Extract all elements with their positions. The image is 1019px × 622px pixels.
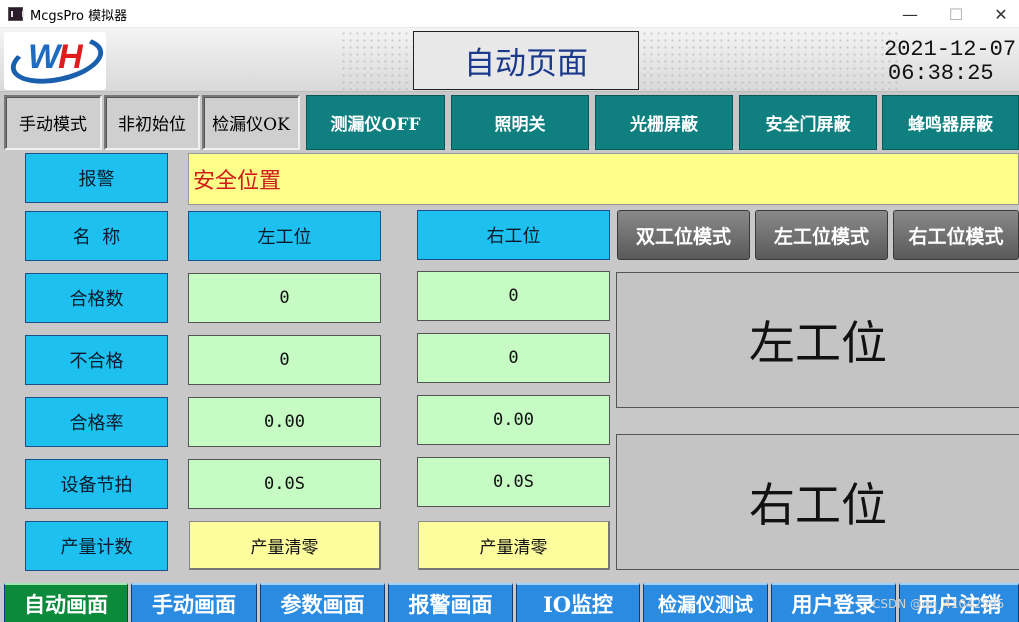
left-pass-count: 0 <box>188 273 381 323</box>
lighting-toggle-button[interactable]: 照明关 <box>451 95 589 150</box>
row-label-pass-count: 合格数 <box>25 273 168 323</box>
dual-station-mode-button[interactable]: 双工位模式 <box>617 210 750 260</box>
app-icon <box>8 7 24 21</box>
left-pass-rate: 0.00 <box>188 397 381 447</box>
window-title: McgsPro 模拟器 <box>30 9 128 24</box>
right-station-header: 右工位 <box>417 210 610 260</box>
left-cycle-time: 0.0S <box>188 459 381 509</box>
maximize-button[interactable]: ☐ <box>933 0 979 28</box>
page-title: 自动页面 <box>413 31 639 90</box>
right-station-mode-button[interactable]: 右工位模式 <box>893 210 1019 260</box>
safety-door-bypass-button[interactable]: 安全门屏蔽 <box>739 95 877 150</box>
minimize-button[interactable]: — <box>887 0 933 28</box>
right-cycle-time: 0.0S <box>417 457 610 507</box>
row-label-cycle-time: 设备节拍 <box>25 459 168 509</box>
nav-io-monitor[interactable]: IO监控 <box>516 583 640 622</box>
company-logo: WH <box>4 28 108 92</box>
left-fail-count: 0 <box>188 335 381 385</box>
left-station-mode-button[interactable]: 左工位模式 <box>755 210 888 260</box>
row-label-output-count: 产量计数 <box>25 521 168 571</box>
status-not-initial: 非初始位 <box>104 95 200 150</box>
close-button[interactable]: ✕ <box>978 0 1019 28</box>
row-label-fail-count: 不合格 <box>25 335 168 385</box>
nav-alarm-screen[interactable]: 报警画面 <box>388 583 513 622</box>
nav-manual-screen[interactable]: 手动画面 <box>131 583 257 622</box>
row-label-pass-rate: 合格率 <box>25 397 168 447</box>
status-manual-mode: 手动模式 <box>4 95 102 150</box>
header-band: WH 自动页面 2021-12-07 06:38:25 <box>0 28 1019 92</box>
logo-text: WH <box>28 38 83 76</box>
buzzer-mute-button[interactable]: 蜂鸣器屏蔽 <box>882 95 1019 150</box>
hmi-screen: WH 自动页面 2021-12-07 06:38:25 手动模式 非初始位 检漏… <box>0 28 1019 622</box>
nav-leak-tester-test[interactable]: 检漏仪测试 <box>643 583 768 622</box>
right-fail-count: 0 <box>417 333 610 383</box>
left-station-panel: 左工位 <box>616 272 1019 408</box>
left-reset-count-button[interactable]: 产量清零 <box>189 521 381 570</box>
right-reset-count-button[interactable]: 产量清零 <box>418 521 610 570</box>
left-station-header: 左工位 <box>188 211 381 261</box>
name-header: 名 称 <box>25 211 168 261</box>
watermark: CSDN @qq_41042595 <box>872 597 1005 611</box>
alarm-message: 安全位置 <box>188 153 1019 205</box>
status-leak-tester-ok: 检漏仪OK <box>202 95 300 150</box>
nav-auto-screen[interactable]: 自动画面 <box>4 583 128 622</box>
time-text: 06:38:25 <box>888 61 994 86</box>
date-text: 2021-12-07 <box>884 37 1017 62</box>
leak-tester-toggle-button[interactable]: 测漏仪OFF <box>306 95 445 150</box>
datetime-display: 2021-12-07 06:38:25 <box>884 38 1016 86</box>
light-curtain-bypass-button[interactable]: 光栅屏蔽 <box>595 95 733 150</box>
alarm-label: 报警 <box>25 153 168 203</box>
nav-parameter-screen[interactable]: 参数画面 <box>260 583 385 622</box>
right-pass-count: 0 <box>417 271 610 321</box>
right-station-panel: 右工位 <box>616 434 1019 570</box>
window-titlebar: McgsPro 模拟器 — ☐ ✕ <box>0 0 1019 28</box>
right-pass-rate: 0.00 <box>417 395 610 445</box>
